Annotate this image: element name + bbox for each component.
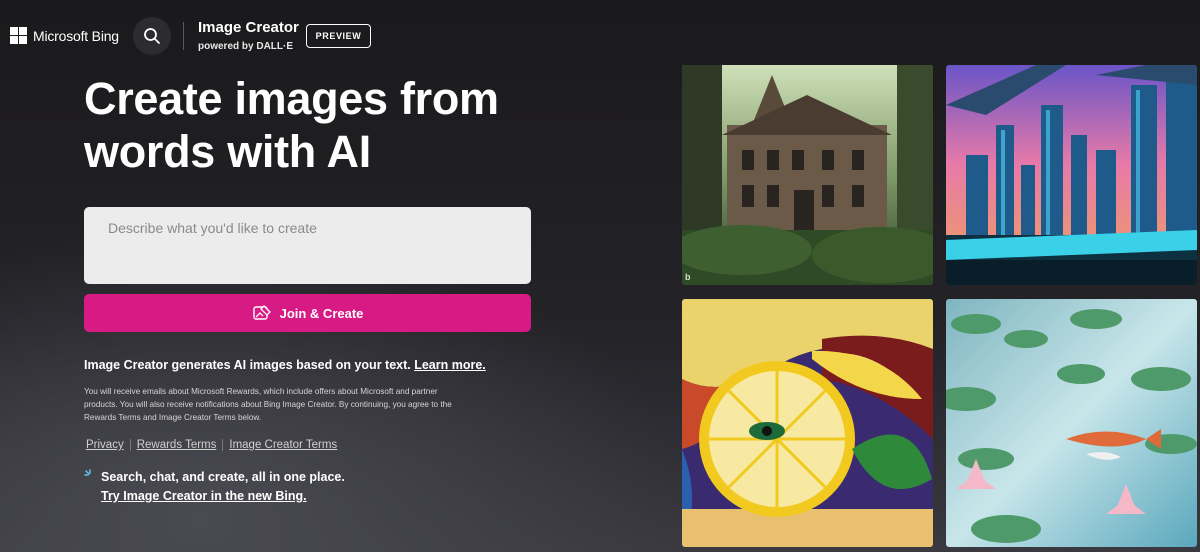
join-and-create-button[interactable]: Join & Create xyxy=(84,294,531,332)
header-divider xyxy=(183,22,184,50)
rewards-terms-link[interactable]: Rewards Terms xyxy=(137,439,217,451)
create-image-icon xyxy=(252,305,271,320)
info-text: Image Creator generates AI images based … xyxy=(84,358,415,372)
link-divider xyxy=(129,439,131,451)
info-line: Image Creator generates AI images based … xyxy=(84,358,486,372)
product-subtitle: powered by DALL·E xyxy=(198,41,294,52)
new-bing-text: Search, chat, and create, all in one pla… xyxy=(101,470,345,484)
microsoft-logo-icon xyxy=(10,27,27,44)
preview-badge: PREVIEW xyxy=(306,24,371,48)
image-creator-terms-link[interactable]: Image Creator Terms xyxy=(229,439,337,451)
prompt-input[interactable] xyxy=(84,207,531,284)
rewards-disclaimer: You will receive emails about Microsoft … xyxy=(84,387,452,422)
join-button-label: Join & Create xyxy=(279,305,364,321)
brand-name: Microsoft Bing xyxy=(33,27,119,44)
new-bing-link[interactable]: Try Image Creator in the new Bing. xyxy=(101,489,307,503)
image-watermark: b xyxy=(685,272,691,282)
page-headline: Create images from words with AI xyxy=(84,73,499,177)
search-icon xyxy=(144,28,160,44)
gallery-image-neon-city[interactable] xyxy=(946,65,1197,285)
sparkle-icon xyxy=(84,469,91,476)
gallery-image-mansion[interactable]: b xyxy=(682,65,933,285)
top-header: Microsoft Bing Image Creator powered by … xyxy=(0,0,1200,72)
gallery-image-lemons[interactable] xyxy=(682,299,933,547)
microsoft-bing-logo[interactable]: Microsoft Bing xyxy=(10,27,119,44)
privacy-link[interactable]: Privacy xyxy=(86,439,124,451)
footer-links: Privacy Rewards Terms Image Creator Term… xyxy=(86,439,337,451)
link-divider xyxy=(222,439,224,451)
gallery-image-koi-pond[interactable] xyxy=(946,299,1197,547)
learn-more-link[interactable]: Learn more. xyxy=(414,358,486,372)
search-button[interactable] xyxy=(133,17,171,55)
product-title[interactable]: Image Creator xyxy=(198,19,299,36)
